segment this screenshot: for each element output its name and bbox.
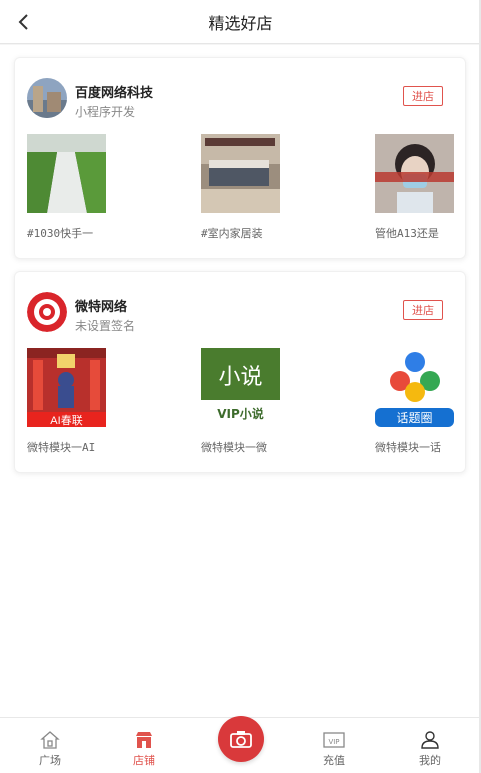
topic-circle-badge: 话题圈 bbox=[396, 411, 432, 425]
tab-mine[interactable]: 我的 bbox=[400, 730, 460, 768]
product-name: #1030快手一 bbox=[27, 227, 94, 240]
user-icon bbox=[421, 731, 439, 749]
ai-couplet-badge: AI春联 bbox=[50, 414, 82, 427]
tab-recharge[interactable]: VIP 充值 bbox=[304, 730, 364, 768]
tab-label: 我的 bbox=[419, 754, 441, 767]
shop-signature: 未设置签名 bbox=[75, 319, 136, 333]
tab-label: 充值 bbox=[323, 754, 345, 767]
product-item[interactable]: 话题圈 微特模块一话 bbox=[375, 348, 481, 455]
product-name: 微特模块一AI bbox=[27, 441, 96, 454]
product-name: 管他A13还是 bbox=[375, 227, 439, 240]
novel-image: 小说 VIP小说 bbox=[201, 348, 280, 427]
tab-label: 店铺 bbox=[133, 754, 155, 767]
shop-name[interactable]: 微特网络 bbox=[75, 296, 127, 315]
home-icon bbox=[40, 731, 60, 749]
camera-button[interactable] bbox=[218, 716, 264, 762]
product-item[interactable]: 管他A13还是 bbox=[375, 134, 481, 241]
product-item[interactable]: #1030快手一 bbox=[27, 134, 147, 241]
shop-avatar bbox=[27, 292, 67, 332]
product-name: #室内家居装 bbox=[201, 227, 263, 240]
shop-card: 百度网络科技 小程序开发 进店 #1030快手一 #室内家居装 管他A13还是 bbox=[14, 57, 466, 259]
bedroom-image bbox=[201, 134, 280, 213]
tab-square[interactable]: 广场 bbox=[20, 730, 80, 768]
enter-shop-button[interactable]: 进店 bbox=[403, 300, 443, 320]
back-button[interactable] bbox=[12, 10, 36, 34]
greenhouse-image bbox=[27, 134, 106, 213]
shop-icon bbox=[136, 732, 152, 748]
shop-signature: 小程序开发 bbox=[75, 105, 136, 119]
enter-shop-button[interactable]: 进店 bbox=[403, 86, 443, 106]
product-item[interactable]: 小说 VIP小说 微特模块一微 bbox=[201, 348, 321, 455]
product-item[interactable]: #室内家居装 bbox=[201, 134, 321, 241]
shop-avatar bbox=[27, 78, 67, 118]
product-name: 微特模块一微 bbox=[201, 441, 267, 454]
shop-card: 微特网络 未设置签名 进店 AI春联 微特模块一AI 小说 VIP小说 微特模块… bbox=[14, 271, 466, 473]
ai-spring-couplet-image: AI春联 bbox=[27, 348, 106, 427]
bottom-tab-bar: 广场 店铺 VIP 充值 我的 bbox=[0, 716, 481, 773]
page-title: 精选好店 bbox=[208, 13, 273, 33]
product-name: 微特模块一话 bbox=[375, 441, 441, 454]
novel-badge: VIP小说 bbox=[217, 406, 264, 421]
svg-text:VIP: VIP bbox=[328, 738, 339, 746]
vip-icon: VIP bbox=[323, 732, 345, 748]
shop-list: 百度网络科技 小程序开发 进店 #1030快手一 #室内家居装 管他A13还是 … bbox=[0, 45, 481, 717]
person-image bbox=[375, 134, 454, 213]
tab-label: 广场 bbox=[39, 754, 61, 767]
novel-title: 小说 bbox=[218, 365, 262, 390]
topic-circle-image: 话题圈 bbox=[375, 348, 454, 427]
chevron-left-icon bbox=[18, 14, 28, 30]
tab-shop[interactable]: 店铺 bbox=[114, 730, 174, 768]
product-item[interactable]: AI春联 微特模块一AI bbox=[27, 348, 147, 455]
camera-icon bbox=[230, 731, 252, 748]
top-bar: 精选好店 bbox=[0, 0, 481, 44]
shop-name[interactable]: 百度网络科技 bbox=[75, 82, 153, 101]
